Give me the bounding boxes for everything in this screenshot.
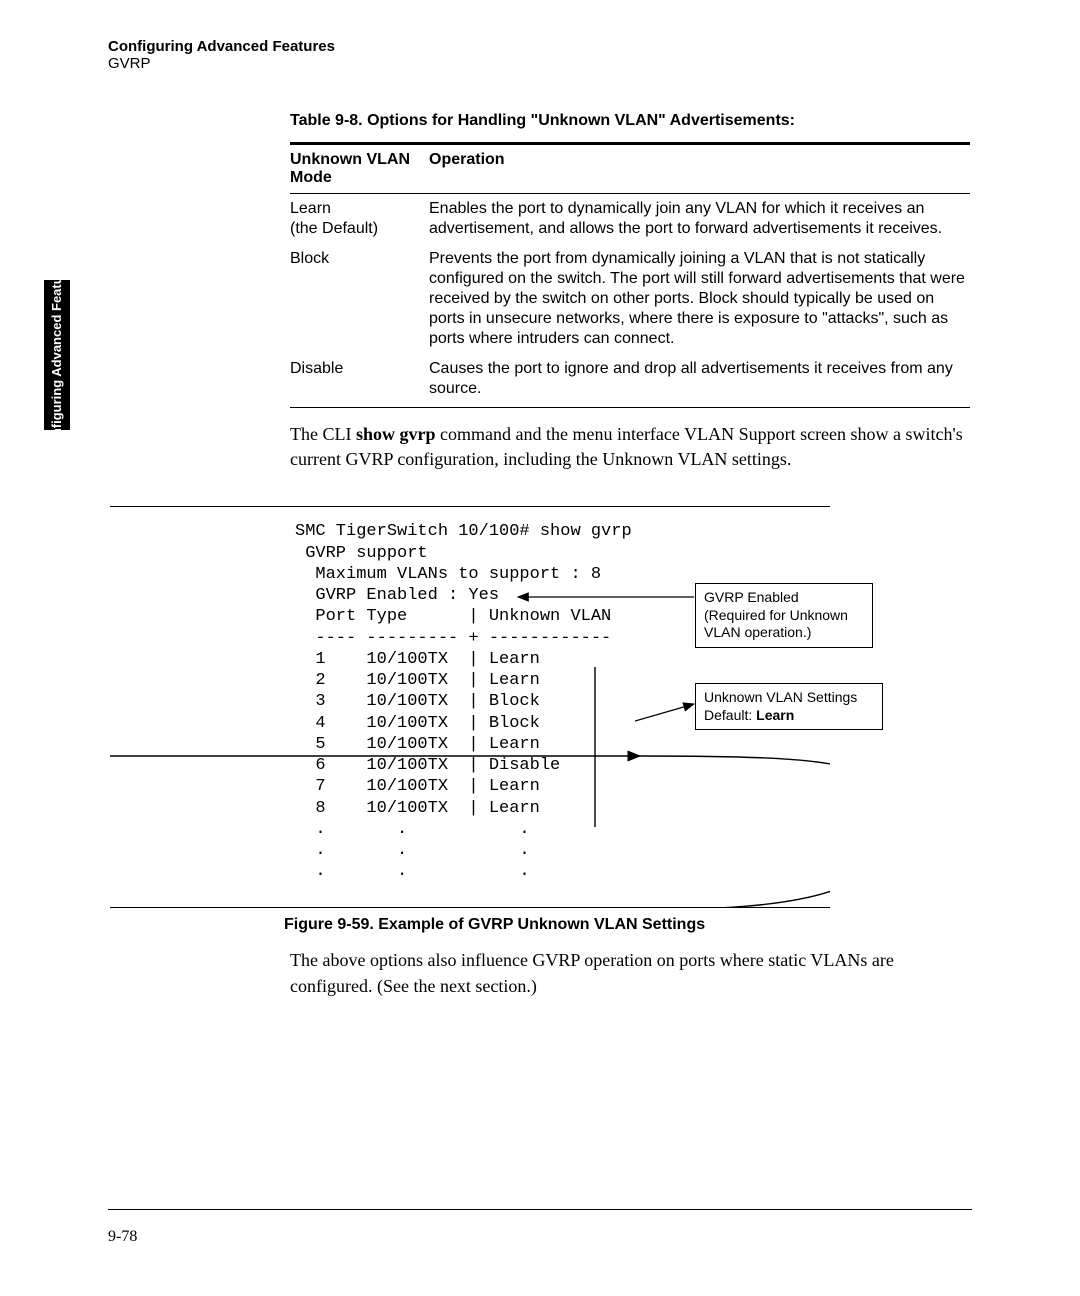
cli-output: SMC TigerSwitch 10/100# show gvrp GVRP s… [295, 521, 632, 882]
page-number: 9-78 [108, 1228, 137, 1246]
cell-mode: Disable [290, 354, 429, 408]
callout-unknown-vlan: Unknown VLAN Settings Default: Learn [695, 683, 883, 730]
footer-rule [108, 1209, 972, 1210]
callout-gvrp-enabled: GVRP Enabled (Required for Unknown VLAN … [695, 583, 873, 648]
table-title: Table 9-8. Options for Handling "Unknown… [290, 112, 970, 130]
cell-mode: Learn (the Default) [290, 194, 429, 245]
cell-op: Prevents the port from dynamically joini… [429, 244, 970, 354]
vlan-mode-table: Unknown VLAN Mode Operation Learn (the D… [290, 142, 970, 408]
cell-mode: Block [290, 244, 429, 354]
th-operation: Operation [429, 144, 970, 194]
cell-op: Enables the port to dynamically join any… [429, 194, 970, 245]
callout-default: Default: [704, 707, 756, 723]
figure-caption: Figure 9-59. Example of GVRP Unknown VLA… [284, 916, 970, 934]
header-subtitle: GVRP [108, 55, 335, 72]
paragraph-2: The above options also influence GVRP op… [290, 948, 970, 998]
header-title: Configuring Advanced Features [108, 38, 335, 55]
page-header: Configuring Advanced Features GVRP [108, 38, 335, 72]
callout-line: Default: Learn [704, 707, 874, 725]
figure-box: SMC TigerSwitch 10/100# show gvrp GVRP s… [110, 506, 830, 908]
th-mode: Unknown VLAN Mode [290, 144, 429, 194]
table-row: Block Prevents the port from dynamically… [290, 244, 970, 354]
cell-op: Causes the port to ignore and drop all a… [429, 354, 970, 408]
callout-default-value: Learn [756, 707, 794, 723]
side-tab: Configuring Advanced Features [44, 280, 70, 430]
callout-line: Unknown VLAN Settings [704, 689, 874, 707]
main-content: Table 9-8. Options for Handling "Unknown… [290, 112, 970, 999]
paragraph-1: The CLI show gvrp command and the menu i… [290, 422, 970, 472]
cli-command: show gvrp [356, 424, 436, 444]
callout-line: (Required for Unknown VLAN operation.) [704, 607, 864, 642]
side-tab-label: Configuring Advanced Features [50, 257, 64, 454]
para1-pre: The CLI [290, 424, 356, 444]
table-row: Learn (the Default) Enables the port to … [290, 194, 970, 245]
callout-line: GVRP Enabled [704, 589, 864, 607]
table-row: Disable Causes the port to ignore and dr… [290, 354, 970, 408]
